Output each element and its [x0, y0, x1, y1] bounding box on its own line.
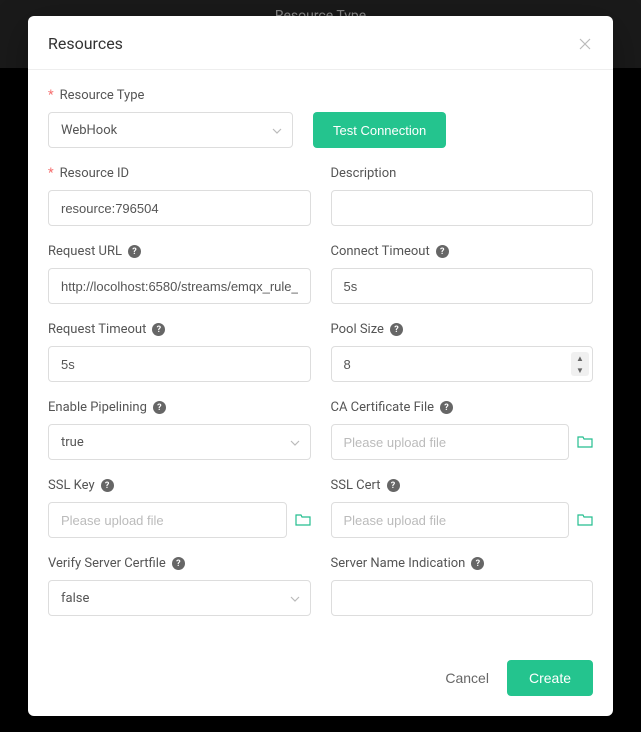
verify-server-select[interactable]: false: [48, 580, 311, 616]
help-icon[interactable]: ?: [153, 401, 166, 414]
ssl-cert-input[interactable]: [331, 502, 570, 538]
enable-pipelining-select[interactable]: true: [48, 424, 311, 460]
create-button[interactable]: Create: [507, 660, 593, 696]
enable-pipelining-label: Enable Pipelining ?: [48, 400, 311, 415]
pool-size-input[interactable]: [331, 346, 594, 382]
request-timeout-input[interactable]: [48, 346, 311, 382]
help-icon[interactable]: ?: [390, 323, 403, 336]
stepper-up-icon[interactable]: ▲: [571, 352, 589, 364]
chevron-down-icon: [272, 123, 282, 138]
modal-header: Resources: [28, 16, 613, 70]
connect-timeout-label: Connect Timeout ?: [331, 244, 594, 259]
help-icon[interactable]: ?: [387, 479, 400, 492]
stepper-down-icon[interactable]: ▼: [571, 364, 589, 376]
ssl-key-label: SSL Key ?: [48, 478, 311, 493]
help-icon[interactable]: ?: [152, 323, 165, 336]
ca-cert-label: CA Certificate File ?: [331, 400, 594, 415]
help-icon[interactable]: ?: [440, 401, 453, 414]
help-icon[interactable]: ?: [101, 479, 114, 492]
request-url-label: Request URL ?: [48, 244, 311, 259]
description-label: Description: [331, 166, 594, 181]
sni-label: Server Name Indication ?: [331, 556, 594, 571]
resource-id-label: * Resource ID: [48, 166, 311, 181]
modal-body: * Resource Type WebHook Test Connection …: [28, 70, 613, 644]
help-icon[interactable]: ?: [436, 245, 449, 258]
folder-icon[interactable]: [577, 435, 593, 449]
connect-timeout-input[interactable]: [331, 268, 594, 304]
number-stepper[interactable]: ▲ ▼: [571, 352, 589, 376]
modal-footer: Cancel Create: [28, 644, 613, 716]
chevron-down-icon: [290, 591, 300, 606]
help-icon[interactable]: ?: [471, 557, 484, 570]
test-connection-button[interactable]: Test Connection: [313, 112, 446, 148]
resources-modal: Resources * Resource Type WebHook Test C: [28, 16, 613, 716]
chevron-down-icon: [290, 435, 300, 450]
request-url-input[interactable]: [48, 268, 311, 304]
cancel-button[interactable]: Cancel: [445, 670, 489, 686]
ca-cert-input[interactable]: [331, 424, 570, 460]
pool-size-label: Pool Size ?: [331, 322, 594, 337]
description-input[interactable]: [331, 190, 594, 226]
resource-id-input[interactable]: [48, 190, 311, 226]
resource-type-select[interactable]: WebHook: [48, 112, 293, 148]
close-icon[interactable]: [577, 36, 593, 52]
resource-type-label: * Resource Type: [48, 88, 293, 103]
folder-icon[interactable]: [577, 513, 593, 527]
sni-input[interactable]: [331, 580, 594, 616]
modal-title: Resources: [48, 34, 123, 53]
ssl-cert-label: SSL Cert ?: [331, 478, 594, 493]
request-timeout-label: Request Timeout ?: [48, 322, 311, 337]
help-icon[interactable]: ?: [128, 245, 141, 258]
help-icon[interactable]: ?: [172, 557, 185, 570]
verify-server-label: Verify Server Certfile ?: [48, 556, 311, 571]
ssl-key-input[interactable]: [48, 502, 287, 538]
folder-icon[interactable]: [295, 513, 311, 527]
